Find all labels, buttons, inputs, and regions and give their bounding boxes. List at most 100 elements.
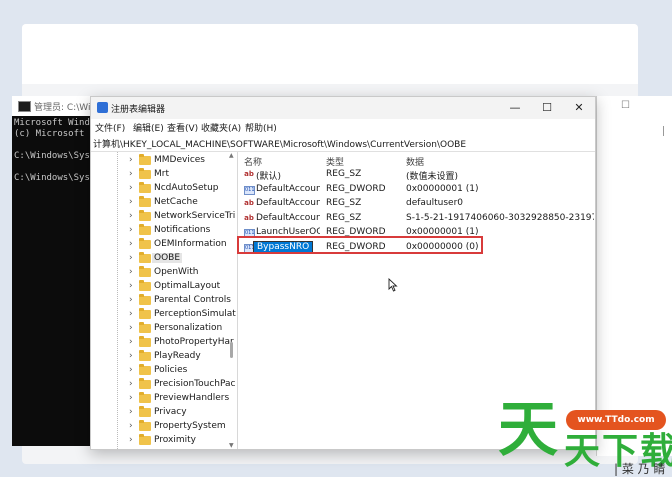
chevron-right-icon[interactable]: ›	[129, 169, 133, 179]
folder-icon	[139, 252, 151, 263]
chevron-right-icon[interactable]: ›	[129, 435, 133, 445]
tree-item[interactable]: › NetworkServiceTri	[91, 210, 235, 224]
tree-item-label: Parental Controls	[154, 295, 231, 305]
tree-item[interactable]: › NetCache	[91, 196, 231, 210]
value-row[interactable]: abDefaultAccount... REG_SZ defaultuser0	[238, 197, 595, 211]
tree-item[interactable]: › PlayReady	[91, 350, 231, 364]
regedit-titlebar[interactable]: 注册表编辑器 — ☐ ✕	[91, 97, 595, 119]
key-tree[interactable]: › MMDevices › Mrt › NcdAutoSetup › NetCache › Net…	[91, 152, 238, 449]
string-value-icon: ab	[244, 199, 254, 207]
folder-icon	[139, 280, 151, 291]
tree-item[interactable]: › Personalization	[91, 322, 231, 336]
folder-icon	[139, 364, 151, 375]
chevron-right-icon[interactable]: ›	[129, 183, 133, 193]
tree-item-label: Proximity	[154, 435, 196, 445]
scroll-up-icon[interactable]: ▲	[229, 152, 234, 159]
scroll-down-icon[interactable]: ▼	[229, 442, 234, 449]
chevron-right-icon[interactable]: ›	[129, 295, 133, 305]
menu-view[interactable]: 查看(V)	[167, 121, 198, 134]
column-header-name[interactable]: 名称	[244, 155, 262, 168]
tree-item[interactable]: › Proximity	[91, 434, 231, 448]
address-path[interactable]: 计算机\HKEY_LOCAL_MACHINE\SOFTWARE\Microsof…	[93, 137, 466, 150]
value-data: defaultuser0	[406, 198, 464, 208]
tree-item[interactable]: › OpenWith	[91, 266, 231, 280]
chevron-right-icon[interactable]: ›	[129, 407, 133, 417]
chevron-right-icon[interactable]: ›	[129, 239, 133, 249]
menu-favorites[interactable]: 收藏夹(A)	[201, 121, 241, 134]
chevron-right-icon[interactable]: ›	[129, 253, 133, 263]
command-prompt-window[interactable]: 管理员: C:\Wind Microsoft Wind (c) Microsof…	[12, 96, 102, 446]
tree-item[interactable]: › PhotoPropertyHar	[91, 336, 234, 350]
tree-item-label: Privacy	[154, 407, 187, 417]
value-row[interactable]: 011DefaultAccount... REG_DWORD 0x00000001 …	[238, 183, 595, 197]
menu-edit[interactable]: 编辑(E)	[133, 121, 164, 134]
chevron-right-icon[interactable]: ›	[129, 155, 133, 165]
tree-item-label: PreviewHandlers	[154, 393, 230, 403]
value-name: DefaultAccount...	[256, 198, 320, 208]
chevron-right-icon[interactable]: ›	[129, 365, 133, 375]
chevron-right-icon[interactable]: ›	[129, 337, 133, 347]
folder-icon	[139, 294, 151, 305]
tree-item-label: PerceptionSimulat	[154, 309, 236, 319]
tree-item-label: OEMInformation	[154, 239, 227, 249]
menu-help[interactable]: 帮助(H)	[245, 121, 277, 134]
tree-guide-line	[117, 152, 118, 449]
folder-icon	[139, 224, 151, 235]
chevron-right-icon[interactable]: ›	[129, 351, 133, 361]
dword-value-icon: 011	[244, 185, 255, 195]
tree-item-label: PlayReady	[154, 351, 201, 361]
maximize-button[interactable]: ☐	[531, 97, 563, 119]
tree-item-label: OpenWith	[154, 267, 199, 277]
chevron-right-icon[interactable]: ›	[129, 309, 133, 319]
tree-item[interactable]: › Mrt	[91, 168, 231, 182]
value-name: (默认)	[256, 172, 282, 182]
chevron-right-icon[interactable]: ›	[129, 225, 133, 235]
value-type: REG_SZ	[326, 212, 362, 223]
tree-item-label: MMDevices	[154, 155, 205, 165]
tree-item[interactable]: › OEMInformation	[91, 238, 231, 252]
folder-icon	[139, 420, 151, 431]
watermark-url: www.TTdo.com	[566, 410, 666, 430]
tree-item[interactable]: › OptimalLayout	[91, 280, 231, 294]
tree-item[interactable]: › PerceptionSimulat	[91, 308, 236, 322]
cmd-line: Microsoft Wind	[14, 118, 90, 128]
background-window-panel: ☐	[596, 96, 672, 456]
chevron-right-icon[interactable]: ›	[129, 211, 133, 221]
tree-scrollbar[interactable]: ▲ ▼	[229, 152, 235, 449]
tree-item-label: Notifications	[154, 225, 211, 235]
chevron-right-icon[interactable]: ›	[129, 197, 133, 207]
tree-item[interactable]: › PropertySystem	[91, 420, 231, 434]
cmd-icon	[18, 101, 31, 112]
chevron-right-icon[interactable]: ›	[129, 379, 133, 389]
cmd-titlebar[interactable]: 管理员: C:\Wind	[12, 96, 102, 116]
minimize-button[interactable]: —	[499, 97, 531, 119]
tree-item[interactable]: › Policies	[91, 364, 231, 378]
tree-item[interactable]: › PrecisionTouchPac	[91, 378, 235, 392]
close-button[interactable]: ✕	[563, 97, 595, 119]
address-bar[interactable]: 计算机\HKEY_LOCAL_MACHINE\SOFTWARE\Microsof…	[91, 135, 595, 152]
string-value-icon: ab	[244, 170, 254, 178]
value-type: REG_DWORD	[326, 183, 386, 194]
chevron-right-icon[interactable]: ›	[129, 281, 133, 291]
menu-file[interactable]: 文件(F)	[95, 121, 125, 134]
scroll-thumb[interactable]	[230, 342, 233, 358]
chevron-right-icon[interactable]: ›	[129, 393, 133, 403]
value-row[interactable]: abDefaultAccount... REG_SZ S-1-5-21-191740…	[238, 212, 595, 226]
tree-item[interactable]: › Notifications	[91, 224, 231, 238]
bg-maximize-icon[interactable]: ☐	[621, 100, 630, 111]
tree-item[interactable]: › NcdAutoSetup	[91, 182, 231, 196]
column-header-data[interactable]: 数据	[406, 155, 424, 168]
column-header-type[interactable]: 类型	[326, 155, 344, 168]
tree-item[interactable]: › PreviewHandlers	[91, 392, 231, 406]
highlight-annotation-box	[237, 236, 483, 254]
tree-item[interactable]: › OOBE	[91, 252, 231, 266]
tree-item-label: Policies	[154, 365, 188, 375]
tree-item[interactable]: › Parental Controls	[91, 294, 231, 308]
tree-item[interactable]: › Privacy	[91, 406, 231, 420]
chevron-right-icon[interactable]: ›	[129, 267, 133, 277]
value-data: S-1-5-21-1917406060-3032928850-23197759.…	[406, 212, 594, 223]
tree-item[interactable]: › MMDevices	[91, 154, 231, 168]
chevron-right-icon[interactable]: ›	[129, 421, 133, 431]
chevron-right-icon[interactable]: ›	[129, 323, 133, 333]
value-row[interactable]: ab (默认) REG_SZ (数值未设置)	[238, 168, 595, 182]
